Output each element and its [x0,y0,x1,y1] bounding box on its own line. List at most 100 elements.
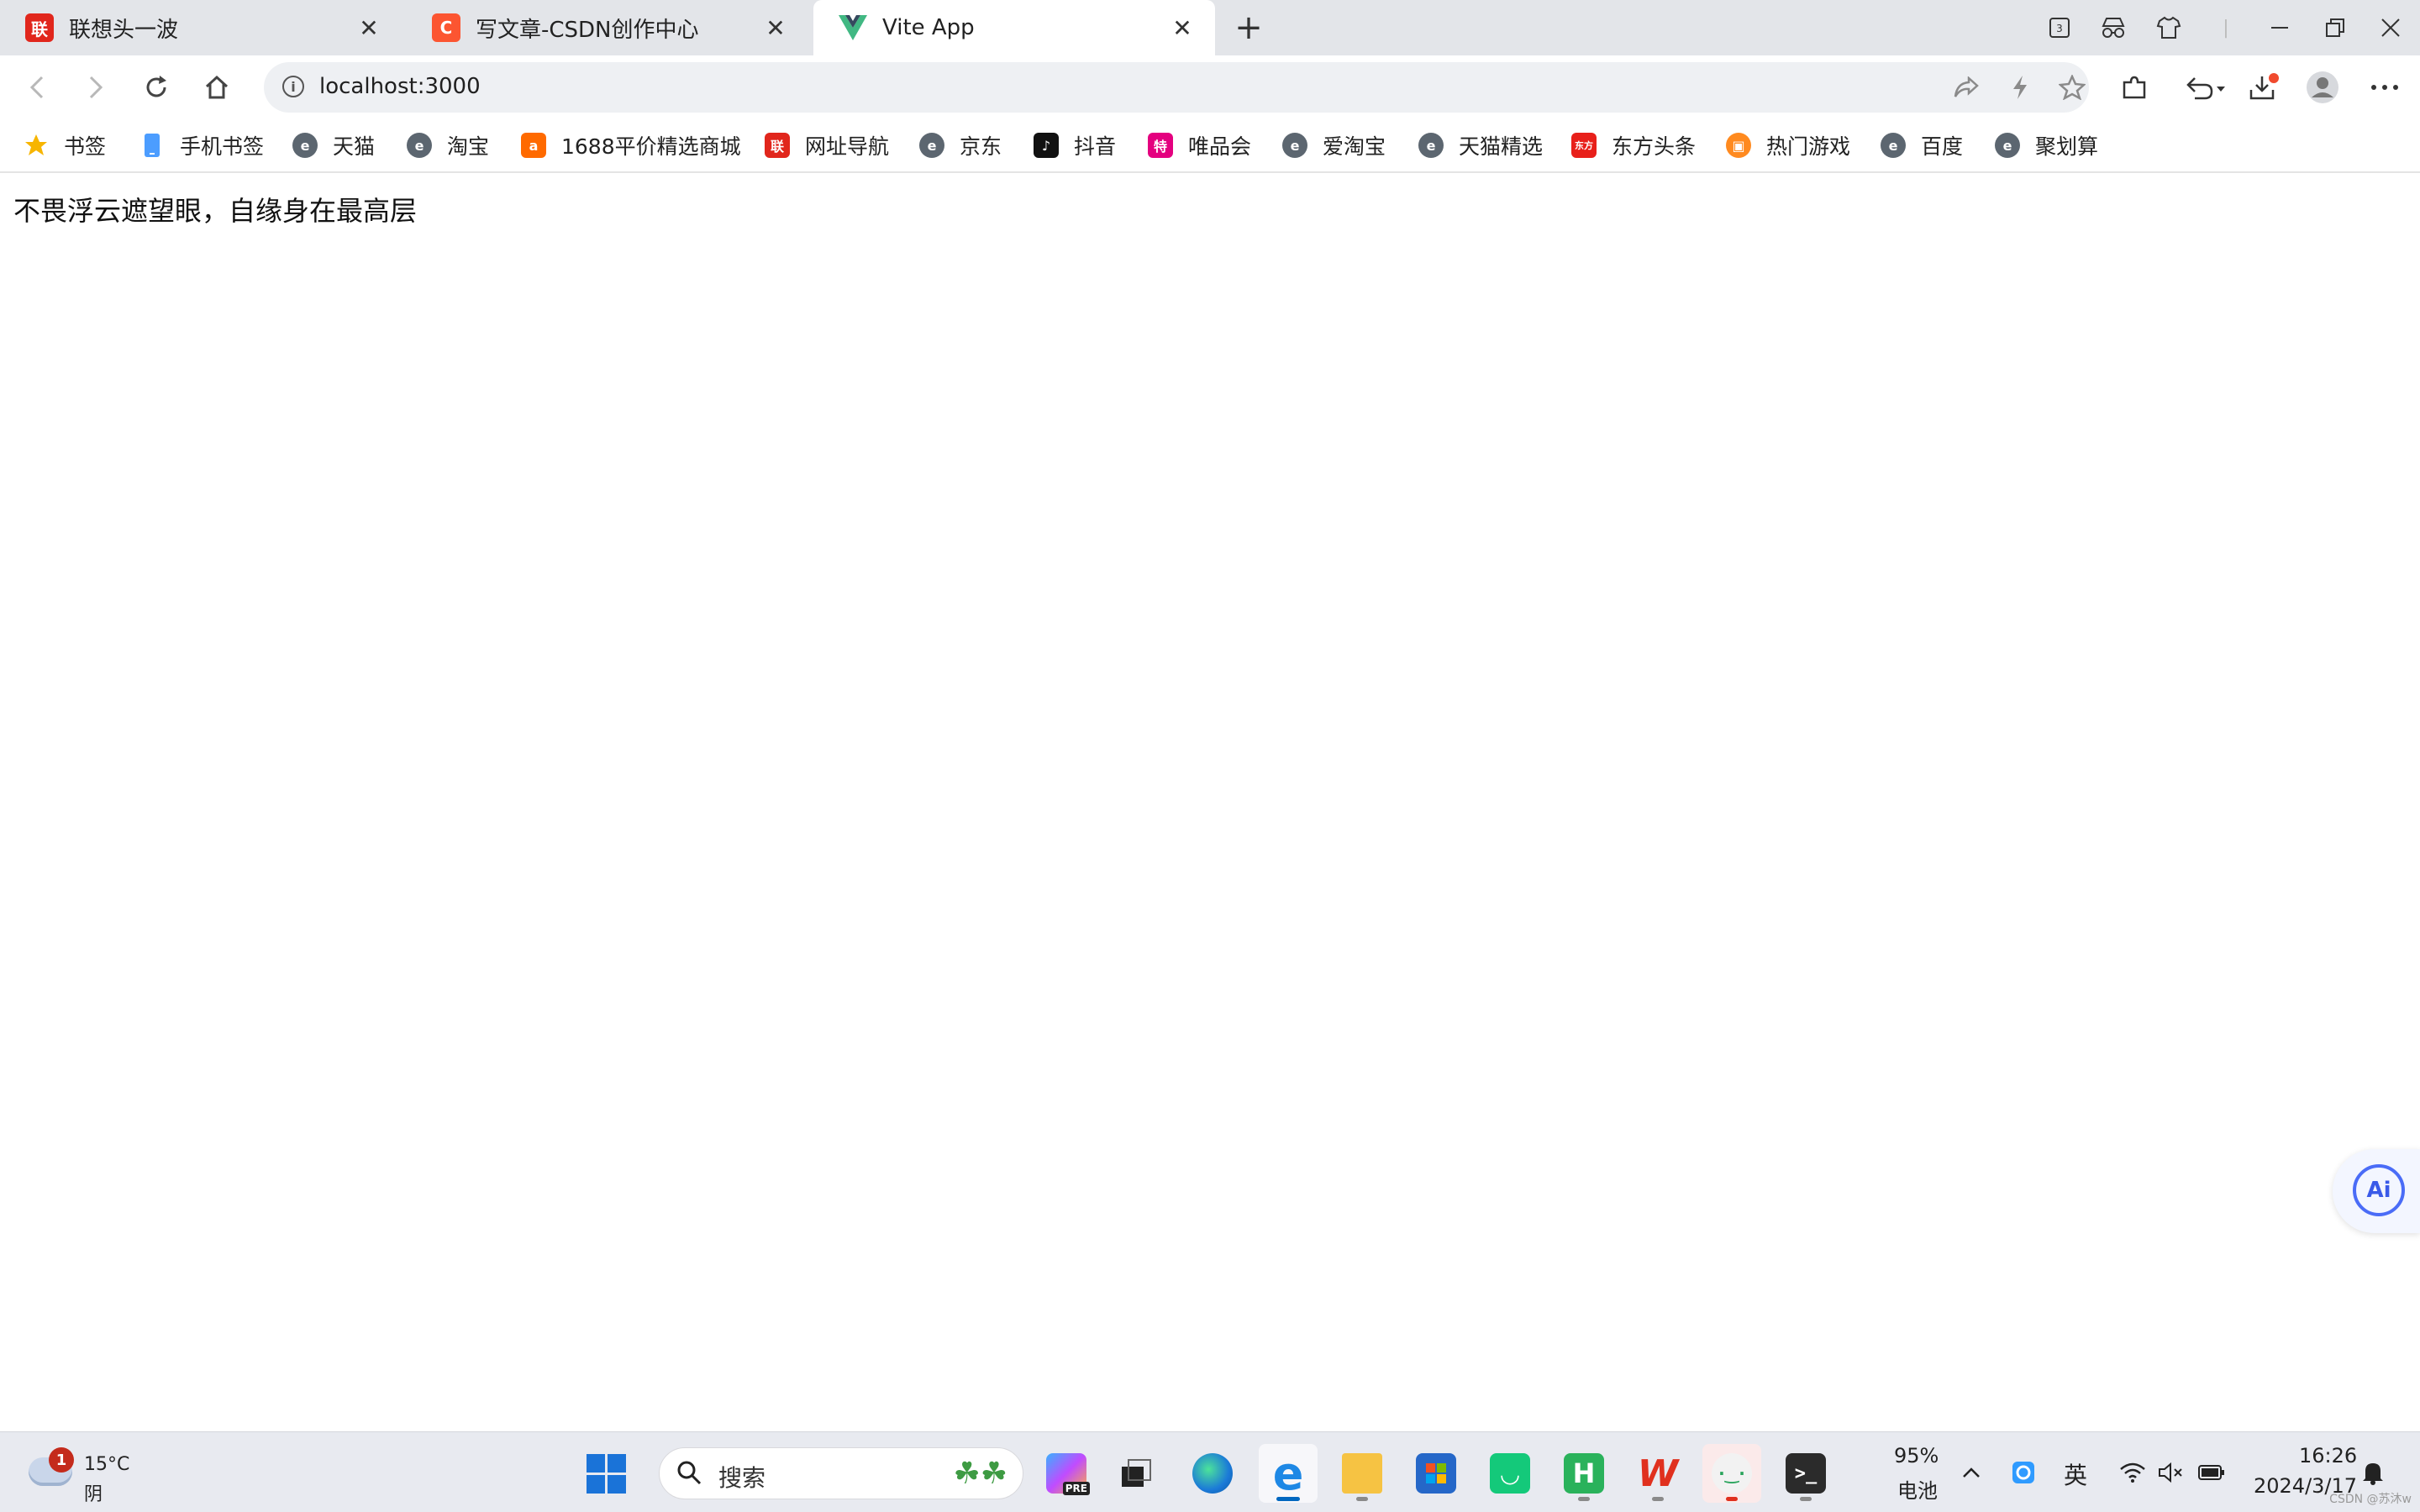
download-icon[interactable] [2245,69,2282,106]
undo-dropdown-icon[interactable] [2180,69,2230,106]
wps-app[interactable]: W [1628,1444,1687,1503]
star-icon[interactable] [2057,72,2087,102]
forward-button[interactable] [77,69,114,106]
close-icon[interactable]: ✕ [761,13,790,42]
separator: | [2223,17,2229,39]
bookmark-item[interactable]: 联 网址导航 [765,128,889,163]
ai-assistant-button[interactable]: Ai [2333,1149,2420,1233]
task-view-app[interactable] [1107,1444,1166,1503]
wifi-icon[interactable] [2118,1457,2148,1488]
reload-button[interactable] [138,69,175,106]
info-icon[interactable]: i [282,76,304,97]
bookmark-item[interactable]: e 淘宝 [407,128,489,163]
taskbar-search[interactable]: 搜索 ☘☘ [659,1447,1023,1499]
shop-app[interactable]: ◡ [1481,1444,1539,1503]
battery-label[interactable]: 电池 [1897,1474,1938,1504]
store-icon [1416,1453,1456,1494]
copilot-icon: PRE [1046,1453,1090,1495]
store-app[interactable] [1407,1444,1465,1503]
e-browser-icon: e [919,133,944,158]
bookmark-item[interactable]: e 京东 [919,128,1002,163]
notification-bell-icon[interactable] [2358,1457,2388,1488]
windows-logo-icon [587,1454,605,1473]
notification-badge: 1 [49,1447,74,1473]
bookmark-item[interactable]: e 聚划算 [1995,128,2098,163]
ai-icon: Ai [2353,1164,2405,1216]
hbuilder-icon: H [1564,1453,1604,1494]
security-app-icon[interactable] [2008,1457,2039,1488]
clock-time[interactable]: 16:26 [2299,1444,2357,1467]
copilot-preview-app[interactable]: PRE [1037,1444,1096,1503]
tab-lenovo[interactable]: 联 联想头一波 ✕ [0,0,402,55]
battery-icon[interactable] [2196,1457,2227,1488]
close-window-icon[interactable] [2373,10,2408,45]
bookmark-item[interactable]: ♪ 抖音 [1034,128,1116,163]
bookmark-item[interactable]: e 天猫精选 [1418,128,1543,163]
phone-icon [139,133,165,158]
folder-icon [1342,1453,1382,1494]
bookmark-item[interactable]: 手机书签 [139,128,264,163]
taskbar: 1 15°C 阴 搜索 ☘☘ PRE e ◡ H W ·‿· >_ 95% 电池… [0,1431,2420,1512]
edge-app[interactable] [1183,1444,1242,1503]
address-bar[interactable]: i localhost:3000 [264,62,2089,113]
new-tab-button[interactable]: + [1232,11,1265,45]
share-icon[interactable] [1951,72,1981,102]
bookmark-item[interactable]: e 爱淘宝 [1282,128,1386,163]
wps-icon: W [1637,1452,1679,1495]
tab-title: Vite App [882,15,975,40]
bookmark-item[interactable]: ▣ 热门游戏 [1726,128,1850,163]
minimize-icon[interactable] [2262,10,2297,45]
weather-condition: 阴 [84,1484,103,1505]
home-button[interactable] [198,69,235,106]
tab-strip: 联 联想头一波 ✕ C 写文章-CSDN创作中心 ✕ Vite App ✕ + … [0,0,2420,55]
bookmark-item[interactable]: e 百度 [1881,128,1963,163]
chevron-up-icon[interactable] [1956,1457,1986,1488]
weather-widget[interactable]: 1 15°C 阴 [29,1447,146,1505]
start-button[interactable] [587,1454,627,1494]
e-browser-icon: e [1881,133,1906,158]
e-browser-icon: e [1418,133,1444,158]
restore-icon[interactable] [2317,10,2353,45]
close-icon[interactable]: ✕ [355,13,383,42]
more-menu-icon[interactable] [2366,69,2403,106]
extensions-icon[interactable] [2116,69,2153,106]
tab-csdn[interactable]: C 写文章-CSDN创作中心 ✕ [407,0,808,55]
tab-count-icon[interactable]: 3 [2042,10,2077,45]
ime-indicator[interactable]: 英 [2064,1457,2087,1491]
back-button[interactable] [18,69,55,106]
weather-temp: 15°C [84,1454,130,1475]
volume-muted-icon[interactable] [2156,1457,2186,1488]
lightning-icon[interactable] [2005,72,2035,102]
ie-browser-app[interactable]: e [1259,1444,1318,1503]
tab-vite-app[interactable]: Vite App ✕ [813,0,1215,55]
edge-icon [1192,1453,1233,1494]
clover-icon: ☘☘ [953,1457,1007,1491]
tab-title: 联想头一波 [69,17,179,43]
bookmark-item[interactable]: 东方 东方头条 [1571,128,1696,163]
e-browser-icon: e [1272,1446,1304,1500]
e-browser-icon: e [1282,133,1307,158]
bookmark-item[interactable]: a 1688平价精选商城 [521,128,741,163]
terminal-app[interactable]: >_ [1776,1444,1835,1503]
close-icon[interactable]: ✕ [1168,13,1197,42]
e-browser-icon: e [1995,133,2020,158]
incognito-icon[interactable] [2096,10,2131,45]
star-icon [24,133,49,158]
hbuilder-app[interactable]: H [1555,1444,1613,1503]
shirt-icon[interactable] [2151,10,2186,45]
chat-bot-icon: ·‿· [1712,1453,1752,1494]
file-explorer-app[interactable] [1333,1444,1392,1503]
dongfang-icon: 东方 [1571,133,1597,158]
alibaba-1688-icon: a [521,133,546,158]
watermark: CSDN @苏沐w [2329,1493,2412,1506]
chat-app[interactable]: ·‿· [1702,1444,1761,1503]
bookmark-item[interactable]: 特 唯品会 [1148,128,1251,163]
bookmark-item[interactable]: e 天猫 [292,128,375,163]
e-browser-icon: e [407,133,432,158]
csdn-icon: C [432,13,460,42]
battery-percent[interactable]: 95% [1894,1444,1939,1467]
avatar-icon[interactable] [2304,69,2341,106]
bookmark-item[interactable]: 书签 [24,128,106,163]
url-text[interactable]: localhost:3000 [319,74,481,99]
shopping-bag-icon: ◡ [1490,1453,1530,1494]
